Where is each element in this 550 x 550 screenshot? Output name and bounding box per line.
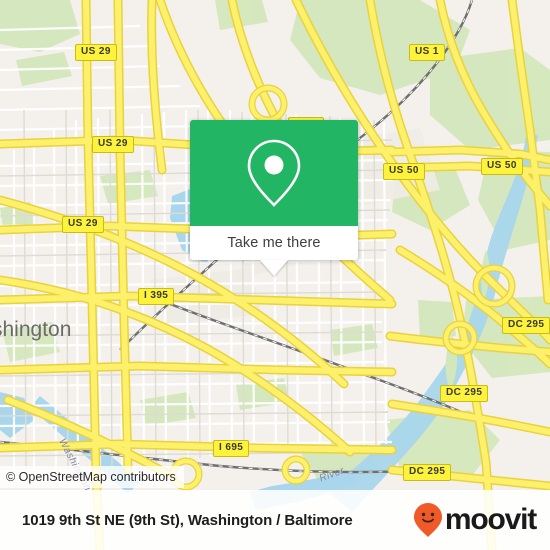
route-shield-us-29-south[interactable]: US 29: [62, 216, 104, 233]
route-shield-us-50-left[interactable]: US 50: [383, 163, 425, 180]
location-popup-card[interactable]: Take me there: [190, 120, 358, 276]
card-icon-area: [190, 120, 358, 226]
moovit-brand[interactable]: moovit: [413, 502, 537, 538]
map-attribution[interactable]: © OpenStreetMap contributors: [0, 466, 184, 488]
address-label: 1019 9th St NE (9th St), Washington / Ba…: [22, 511, 353, 529]
route-shield-us-29-north[interactable]: US 29: [75, 44, 117, 61]
route-shield-i-695[interactable]: I 695: [213, 440, 250, 457]
route-shield-i-395[interactable]: I 395: [138, 288, 175, 305]
city-label-washington: shington: [0, 318, 72, 341]
card-pointer-tail: [260, 260, 288, 276]
route-shield-dc-295-mid[interactable]: DC 295: [440, 385, 489, 402]
route-shield-us-50-right[interactable]: US 50: [481, 158, 523, 175]
attribution-text: © OpenStreetMap contributors: [6, 470, 176, 484]
route-shield-us-29-mid[interactable]: US 29: [92, 136, 134, 153]
route-shield-dc-295-low[interactable]: DC 295: [403, 464, 452, 481]
route-shield-us-1[interactable]: US 1: [409, 44, 445, 61]
route-shield-dc-295-top[interactable]: DC 295: [502, 317, 550, 334]
screenshot-root: shington Washington River US 29 US 29 US…: [0, 0, 550, 550]
take-me-there-label: Take me there: [227, 235, 321, 251]
footer-bar: 1019 9th St NE (9th St), Washington / Ba…: [0, 490, 550, 550]
moovit-pin-icon: [413, 503, 442, 537]
moovit-wordmark: moovit: [444, 503, 537, 536]
card-action-area[interactable]: Take me there: [190, 226, 358, 260]
map-pin-icon: [247, 139, 301, 207]
